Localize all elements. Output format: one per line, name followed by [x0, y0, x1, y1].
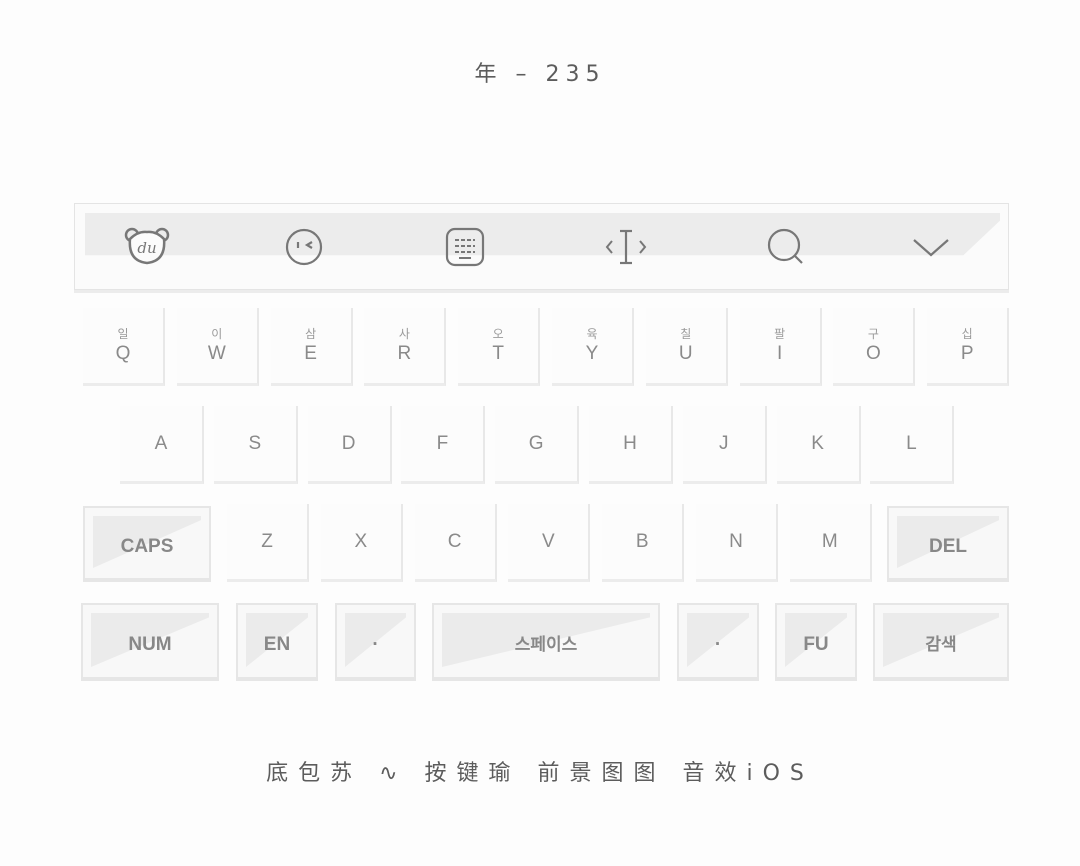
svg-text:du: du: [137, 239, 156, 257]
key-label: S: [248, 432, 262, 454]
key-label: A: [154, 432, 168, 454]
key-label: J: [719, 432, 729, 454]
key-l[interactable]: L: [870, 406, 955, 484]
key-label: Y: [585, 343, 599, 364]
collapse-keyboard-icon[interactable]: [906, 222, 956, 272]
key-hint: 팔: [774, 327, 786, 341]
key-h[interactable]: H: [589, 406, 673, 484]
delete-key[interactable]: DEL: [887, 506, 1009, 582]
key-q[interactable]: 일Q: [83, 308, 165, 386]
search-icon[interactable]: [761, 222, 811, 272]
key-label: F: [436, 432, 449, 454]
key-y[interactable]: 육Y: [552, 308, 634, 386]
key-label: K: [811, 432, 824, 454]
key-label: M: [821, 530, 838, 552]
num-key[interactable]: NUM: [81, 603, 219, 681]
key-u[interactable]: 칠U: [645, 308, 728, 386]
key-z[interactable]: Z: [227, 504, 309, 582]
key-r[interactable]: 사R: [364, 308, 447, 386]
key-w[interactable]: 이W: [176, 308, 259, 386]
comma-label: ·: [372, 634, 379, 655]
key-hint: 오: [492, 327, 504, 341]
key-x[interactable]: X: [320, 504, 403, 582]
keyboard-layout-icon[interactable]: [440, 222, 490, 272]
caps-label: CAPS: [120, 536, 174, 557]
key-v[interactable]: V: [508, 504, 591, 582]
key-b[interactable]: B: [602, 504, 685, 582]
key-label: E: [304, 343, 317, 364]
key-label: V: [542, 530, 555, 552]
key-label: L: [906, 432, 917, 454]
key-label: T: [492, 343, 504, 364]
key-hint: 삼: [305, 327, 317, 341]
du-logo-icon[interactable]: du: [122, 222, 172, 272]
key-label: G: [528, 432, 544, 454]
key-p[interactable]: 십P: [927, 308, 1010, 386]
key-label: Z: [261, 530, 273, 552]
key-hint: 구: [867, 327, 879, 341]
key-hint: 사: [398, 327, 410, 341]
num-label: NUM: [128, 634, 172, 655]
key-f[interactable]: F: [401, 406, 486, 484]
key-label: W: [207, 343, 226, 364]
search-key[interactable]: 감색: [873, 603, 1009, 681]
key-hint: 이: [211, 327, 223, 341]
key-label: O: [866, 343, 881, 364]
key-label: D: [341, 432, 356, 454]
key-e[interactable]: 삼E: [270, 308, 353, 386]
period-key[interactable]: ·: [677, 603, 759, 681]
fu-label: FU: [803, 634, 829, 655]
key-i[interactable]: 팔I: [739, 308, 822, 386]
key-n[interactable]: N: [696, 504, 778, 582]
key-hint: 칠: [680, 327, 692, 341]
cursor-move-icon[interactable]: [601, 222, 651, 272]
key-hint: 일: [117, 327, 129, 341]
caps-key[interactable]: CAPS: [83, 506, 211, 582]
emoji-icon[interactable]: [279, 222, 329, 272]
space-key[interactable]: 스페이스: [432, 603, 660, 681]
comma-key[interactable]: ·: [335, 603, 416, 681]
key-d[interactable]: D: [307, 406, 392, 484]
key-k[interactable]: K: [776, 406, 861, 484]
key-label: N: [729, 530, 743, 552]
key-g[interactable]: G: [495, 406, 580, 484]
space-label: 스페이스: [514, 635, 578, 654]
key-s[interactable]: S: [213, 406, 298, 484]
key-a[interactable]: A: [120, 406, 204, 484]
key-m[interactable]: M: [789, 504, 872, 582]
keyboard-toolbar: du: [74, 203, 1009, 290]
key-label: C: [447, 530, 462, 552]
key-j[interactable]: J: [682, 406, 767, 484]
key-hint: 육: [586, 327, 598, 341]
key-label: I: [776, 343, 783, 364]
key-o[interactable]: 구O: [833, 308, 916, 386]
key-label: B: [635, 530, 649, 552]
key-label: R: [397, 343, 412, 364]
delete-label: DEL: [929, 536, 967, 557]
fu-key[interactable]: FU: [775, 603, 857, 681]
toolbar-shade: [85, 213, 1000, 277]
key-label: U: [678, 343, 693, 364]
key-hint: 십: [961, 327, 973, 341]
key-label: X: [354, 530, 368, 552]
en-key[interactable]: EN: [236, 603, 318, 681]
key-label: Q: [115, 343, 131, 364]
period-label: ·: [714, 634, 722, 655]
page-title: 年 – 235: [474, 62, 606, 87]
search-label: 감색: [925, 635, 957, 654]
key-t[interactable]: 오T: [458, 308, 541, 386]
key-label: H: [623, 432, 637, 454]
key-c[interactable]: C: [414, 504, 497, 582]
footer-caption: 底包苏 ∿ 按键瑜 前景图图 音效iOS: [266, 761, 814, 786]
en-label: EN: [263, 634, 291, 655]
key-label: P: [960, 343, 974, 364]
